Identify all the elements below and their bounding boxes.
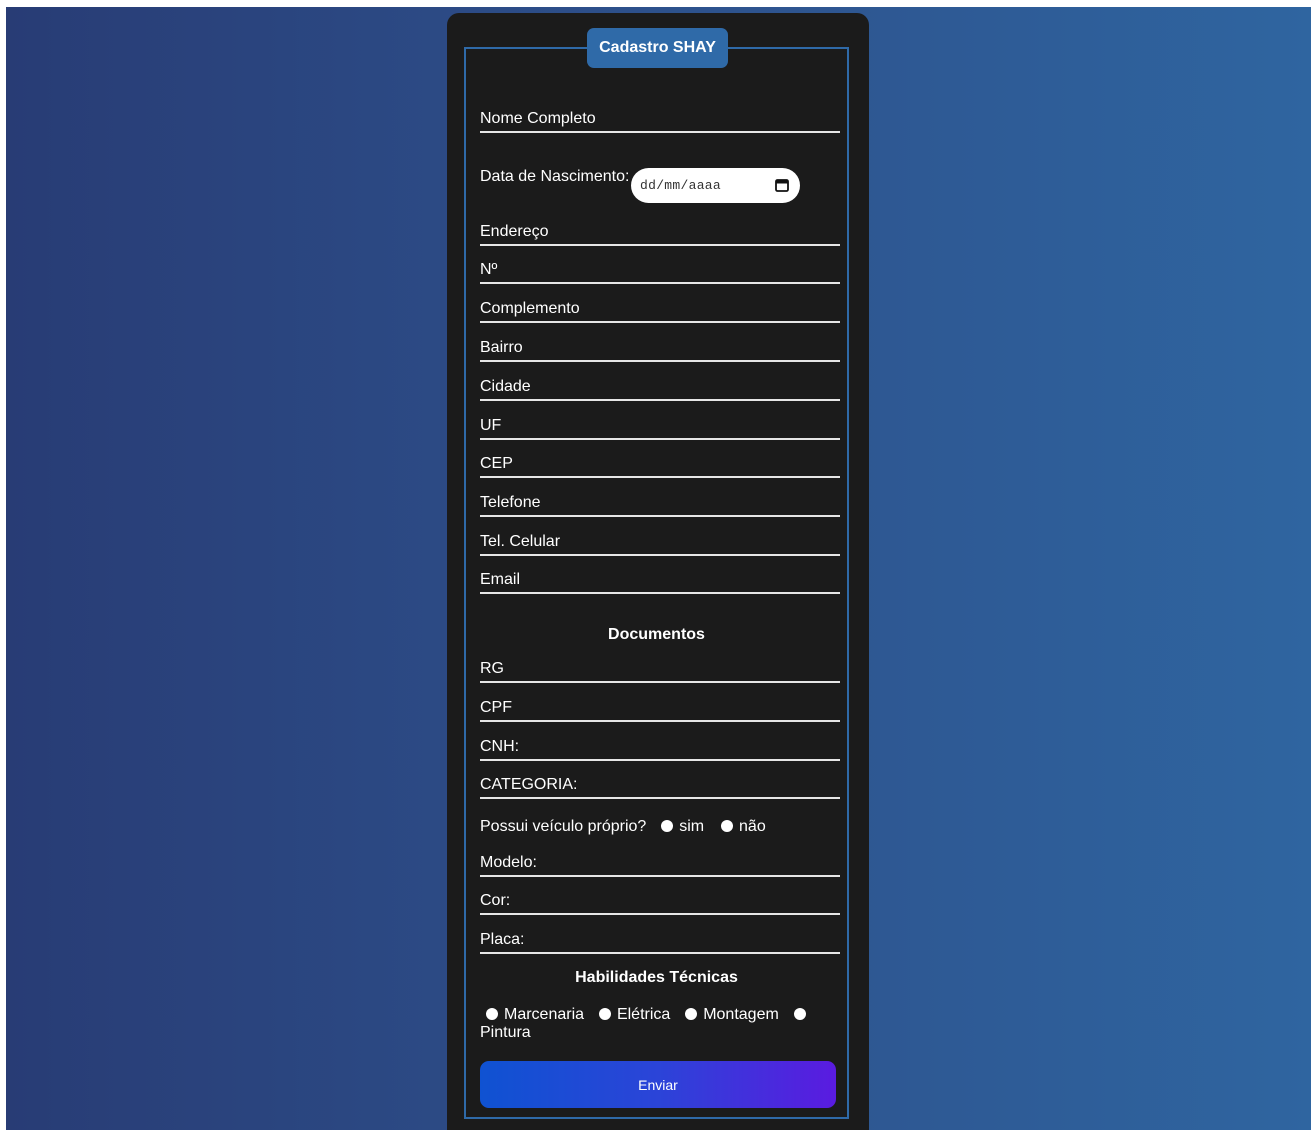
marcenaria-label: Marcenaria — [504, 1006, 585, 1023]
cpf-field[interactable]: CPF — [480, 700, 840, 722]
cep-field[interactable]: CEP — [480, 456, 840, 478]
pintura-radio[interactable] — [793, 1008, 806, 1020]
rg-field[interactable]: RG — [480, 661, 840, 683]
nome-label: Nome Completo — [480, 110, 596, 127]
modelo-field[interactable]: Modelo: — [480, 855, 840, 877]
numero-field[interactable]: Nº — [480, 262, 840, 284]
habilidades-heading: Habilidades Técnicas — [575, 969, 738, 986]
complemento-field[interactable]: Complemento — [480, 301, 840, 323]
eletrica-label: Elétrica — [616, 1006, 671, 1023]
veiculo-question: Possui veículo próprio? — [480, 818, 647, 835]
veiculo-question-row: Possui veículo próprio? sim não — [480, 818, 766, 836]
complemento-label: Complemento — [480, 300, 580, 317]
documentos-heading: Documentos — [608, 626, 705, 643]
categoria-label: CATEGORIA: — [480, 776, 578, 793]
bairro-label: Bairro — [480, 339, 523, 356]
veiculo-sim-label: sim — [679, 818, 705, 835]
nascimento-label: Data de Nascimento: — [480, 168, 630, 185]
endereco-label: Endereço — [480, 223, 549, 240]
uf-field[interactable]: UF — [480, 418, 840, 440]
nome-field[interactable]: Nome Completo — [480, 111, 840, 133]
telefone-label: Telefone — [480, 494, 541, 511]
veiculo-sim-radio[interactable] — [661, 820, 674, 832]
date-placeholder: dd/mm/aaaa — [640, 178, 722, 193]
submit-button[interactable]: Enviar — [480, 1061, 836, 1108]
cnh-field[interactable]: CNH: — [480, 739, 840, 761]
telefone-field[interactable]: Telefone — [480, 495, 840, 517]
celular-label: Tel. Celular — [480, 533, 561, 550]
email-field[interactable]: Email — [480, 572, 840, 594]
cep-label: CEP — [480, 455, 513, 472]
placa-field[interactable]: Placa: — [480, 932, 840, 954]
marcenaria-radio[interactable] — [486, 1008, 498, 1020]
pintura-label: Pintura — [480, 1024, 531, 1041]
cnh-label: CNH: — [480, 738, 520, 755]
uf-label: UF — [480, 417, 502, 434]
celular-field[interactable]: Tel. Celular — [480, 534, 840, 556]
cor-label: Cor: — [480, 892, 511, 909]
calendar-icon[interactable] — [775, 178, 789, 192]
numero-label: Nº — [480, 261, 498, 278]
cidade-field[interactable]: Cidade — [480, 379, 840, 401]
email-label: Email — [480, 571, 521, 588]
eletrica-radio[interactable] — [598, 1008, 611, 1020]
habilidades-row: Marcenaria Elétrica Montagem — [486, 1006, 826, 1024]
montagem-radio[interactable] — [685, 1008, 698, 1020]
placa-label: Placa: — [480, 931, 525, 948]
categoria-field[interactable]: CATEGORIA: — [480, 777, 840, 799]
birthdate-input[interactable]: dd/mm/aaaa — [631, 168, 800, 203]
cpf-label: CPF — [480, 699, 512, 716]
form-title: Cadastro SHAY — [587, 28, 728, 68]
veiculo-nao-radio[interactable] — [721, 820, 734, 832]
endereco-field[interactable]: Endereço — [480, 224, 840, 246]
montagem-label: Montagem — [703, 1006, 779, 1023]
veiculo-nao-label: não — [739, 818, 766, 835]
modelo-label: Modelo: — [480, 854, 537, 871]
cor-field[interactable]: Cor: — [480, 893, 840, 915]
rg-label: RG — [480, 660, 504, 677]
cidade-label: Cidade — [480, 378, 531, 395]
bairro-field[interactable]: Bairro — [480, 340, 840, 362]
